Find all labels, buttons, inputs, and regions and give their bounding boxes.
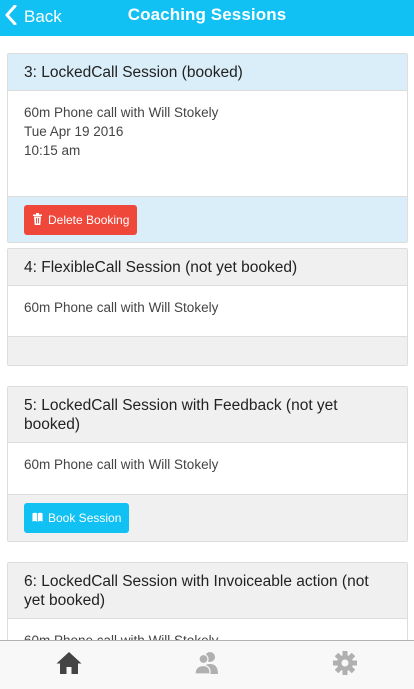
tab-settings[interactable] bbox=[276, 641, 414, 689]
tab-home[interactable] bbox=[0, 641, 138, 689]
session-actions bbox=[8, 336, 407, 365]
session-title: 4: FlexibleCall Session (not yet booked) bbox=[8, 249, 407, 286]
session-details: 60m Phone call with Will Stokely bbox=[8, 286, 407, 336]
delete-booking-label: Delete Booking bbox=[48, 213, 130, 227]
session-time: 10:15 am bbox=[24, 143, 81, 158]
session-details: 60m Phone call with Will Stokely bbox=[8, 619, 407, 640]
tab-users[interactable] bbox=[138, 641, 276, 689]
gear-icon bbox=[331, 650, 359, 681]
session-date: Tue Apr 19 2016 bbox=[24, 124, 124, 139]
session-title: 5: LockedCall Session with Feedback (not… bbox=[8, 387, 407, 443]
home-icon bbox=[55, 650, 83, 681]
session-list[interactable]: 3: LockedCall Session (booked) 60m Phone… bbox=[0, 36, 414, 640]
session-description: 60m Phone call with Will Stokely bbox=[24, 300, 219, 315]
trash-icon bbox=[32, 212, 43, 228]
session-actions: Delete Booking bbox=[8, 196, 407, 242]
nav-bar: Back Coaching Sessions bbox=[0, 0, 414, 36]
session-card: 6: LockedCall Session with Invoiceable a… bbox=[7, 562, 408, 640]
delete-booking-button[interactable]: Delete Booking bbox=[24, 205, 138, 235]
session-description: 60m Phone call with Will Stokely bbox=[24, 457, 219, 472]
session-title: 6: LockedCall Session with Invoiceable a… bbox=[8, 563, 407, 619]
session-card: 5: LockedCall Session with Feedback (not… bbox=[7, 386, 408, 542]
session-actions: Book Session bbox=[8, 494, 407, 541]
session-description: 60m Phone call with Will Stokely bbox=[24, 631, 391, 640]
book-icon bbox=[32, 511, 43, 526]
page-title: Coaching Sessions bbox=[127, 5, 287, 24]
users-icon bbox=[193, 650, 221, 681]
session-description: 60m Phone call with Will Stokely bbox=[24, 105, 219, 120]
tab-bar bbox=[0, 640, 414, 689]
session-card: 4: FlexibleCall Session (not yet booked)… bbox=[7, 248, 408, 366]
book-session-button[interactable]: Book Session bbox=[24, 503, 130, 533]
session-details: 60m Phone call with Will Stokely bbox=[8, 443, 407, 494]
session-details: 60m Phone call with Will Stokely Tue Apr… bbox=[8, 91, 407, 196]
book-session-label: Book Session bbox=[48, 511, 122, 525]
session-card: 3: LockedCall Session (booked) 60m Phone… bbox=[7, 53, 408, 243]
session-title: 3: LockedCall Session (booked) bbox=[8, 54, 407, 91]
